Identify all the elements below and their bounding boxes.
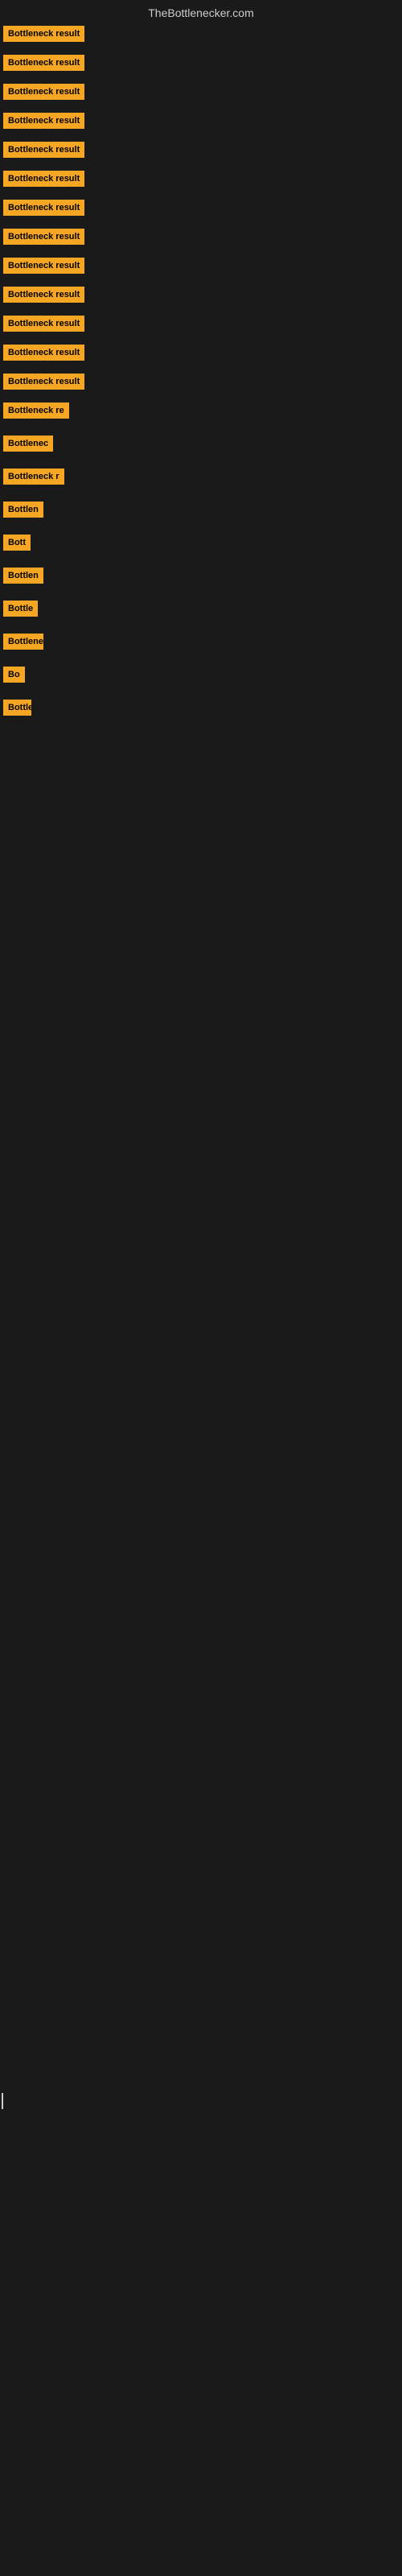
list-item: Bott <box>0 535 402 555</box>
bottleneck-badge[interactable]: Bottlen <box>3 502 43 518</box>
list-item: Bottleneck result <box>0 200 402 216</box>
bottleneck-badge[interactable]: Bottleneck result <box>3 345 84 361</box>
bottleneck-badge[interactable]: Bottleneck result <box>3 142 84 158</box>
list-item: Bottleneck result <box>0 316 402 332</box>
bottleneck-badge[interactable]: Bottlen <box>3 700 31 716</box>
list-item: Bottleneck result <box>0 229 402 245</box>
list-item: Bottleneck result <box>0 258 402 274</box>
list-item: Bottlen <box>0 700 402 720</box>
bottleneck-badge[interactable]: Bottlen <box>3 568 43 584</box>
bottleneck-badge[interactable]: Bottleneck result <box>3 229 84 245</box>
bottleneck-badge[interactable]: Bottleneck result <box>3 171 84 187</box>
list-item: Bottleneck re <box>0 402 402 423</box>
bottleneck-badge[interactable]: Bottleneck result <box>3 287 84 303</box>
bottleneck-badge[interactable]: Bottlenec <box>3 634 43 650</box>
bottleneck-badge[interactable]: Bottleneck result <box>3 26 84 42</box>
bottleneck-badge[interactable]: Bottleneck result <box>3 55 84 71</box>
list-item: Bottleneck result <box>0 345 402 361</box>
bottleneck-badge[interactable]: Bottleneck result <box>3 258 84 274</box>
list-item: Bottleneck result <box>0 287 402 303</box>
bottleneck-badge[interactable]: Bottleneck result <box>3 84 84 100</box>
page-wrapper: TheBottlenecker.com Bottleneck resultBot… <box>0 0 402 720</box>
bottleneck-badge[interactable]: Bottle <box>3 601 38 617</box>
list-item: Bottle <box>0 601 402 621</box>
list-item: Bottleneck r <box>0 469 402 489</box>
list-item: Bottleneck result <box>0 374 402 390</box>
list-item: Bottleneck result <box>0 55 402 71</box>
bottleneck-badge[interactable]: Bottlenec <box>3 436 53 452</box>
bottleneck-badge[interactable]: Bottleneck result <box>3 113 84 129</box>
list-item: Bottleneck result <box>0 84 402 100</box>
list-item: Bottlen <box>0 502 402 522</box>
list-item: Bottlenec <box>0 436 402 456</box>
list-item: Bottlenec <box>0 634 402 654</box>
list-item: Bottlen <box>0 568 402 588</box>
site-title: TheBottlenecker.com <box>0 0 402 23</box>
bottleneck-badge[interactable]: Bottleneck result <box>3 316 84 332</box>
bottleneck-badge[interactable]: Bott <box>3 535 31 551</box>
cursor-line <box>2 2093 3 2109</box>
list-item: Bottleneck result <box>0 26 402 42</box>
list-item: Bo <box>0 667 402 687</box>
bottleneck-badge[interactable]: Bottleneck re <box>3 402 69 419</box>
bottleneck-badge[interactable]: Bottleneck result <box>3 374 84 390</box>
list-item: Bottleneck result <box>0 171 402 187</box>
bottleneck-badge[interactable]: Bottleneck r <box>3 469 64 485</box>
bottleneck-badge[interactable]: Bottleneck result <box>3 200 84 216</box>
list-item: Bottleneck result <box>0 113 402 129</box>
bottleneck-badge[interactable]: Bo <box>3 667 25 683</box>
items-container: Bottleneck result Bottleneck result Bottle… <box>0 23 402 720</box>
list-item: Bottleneck result <box>0 142 402 158</box>
